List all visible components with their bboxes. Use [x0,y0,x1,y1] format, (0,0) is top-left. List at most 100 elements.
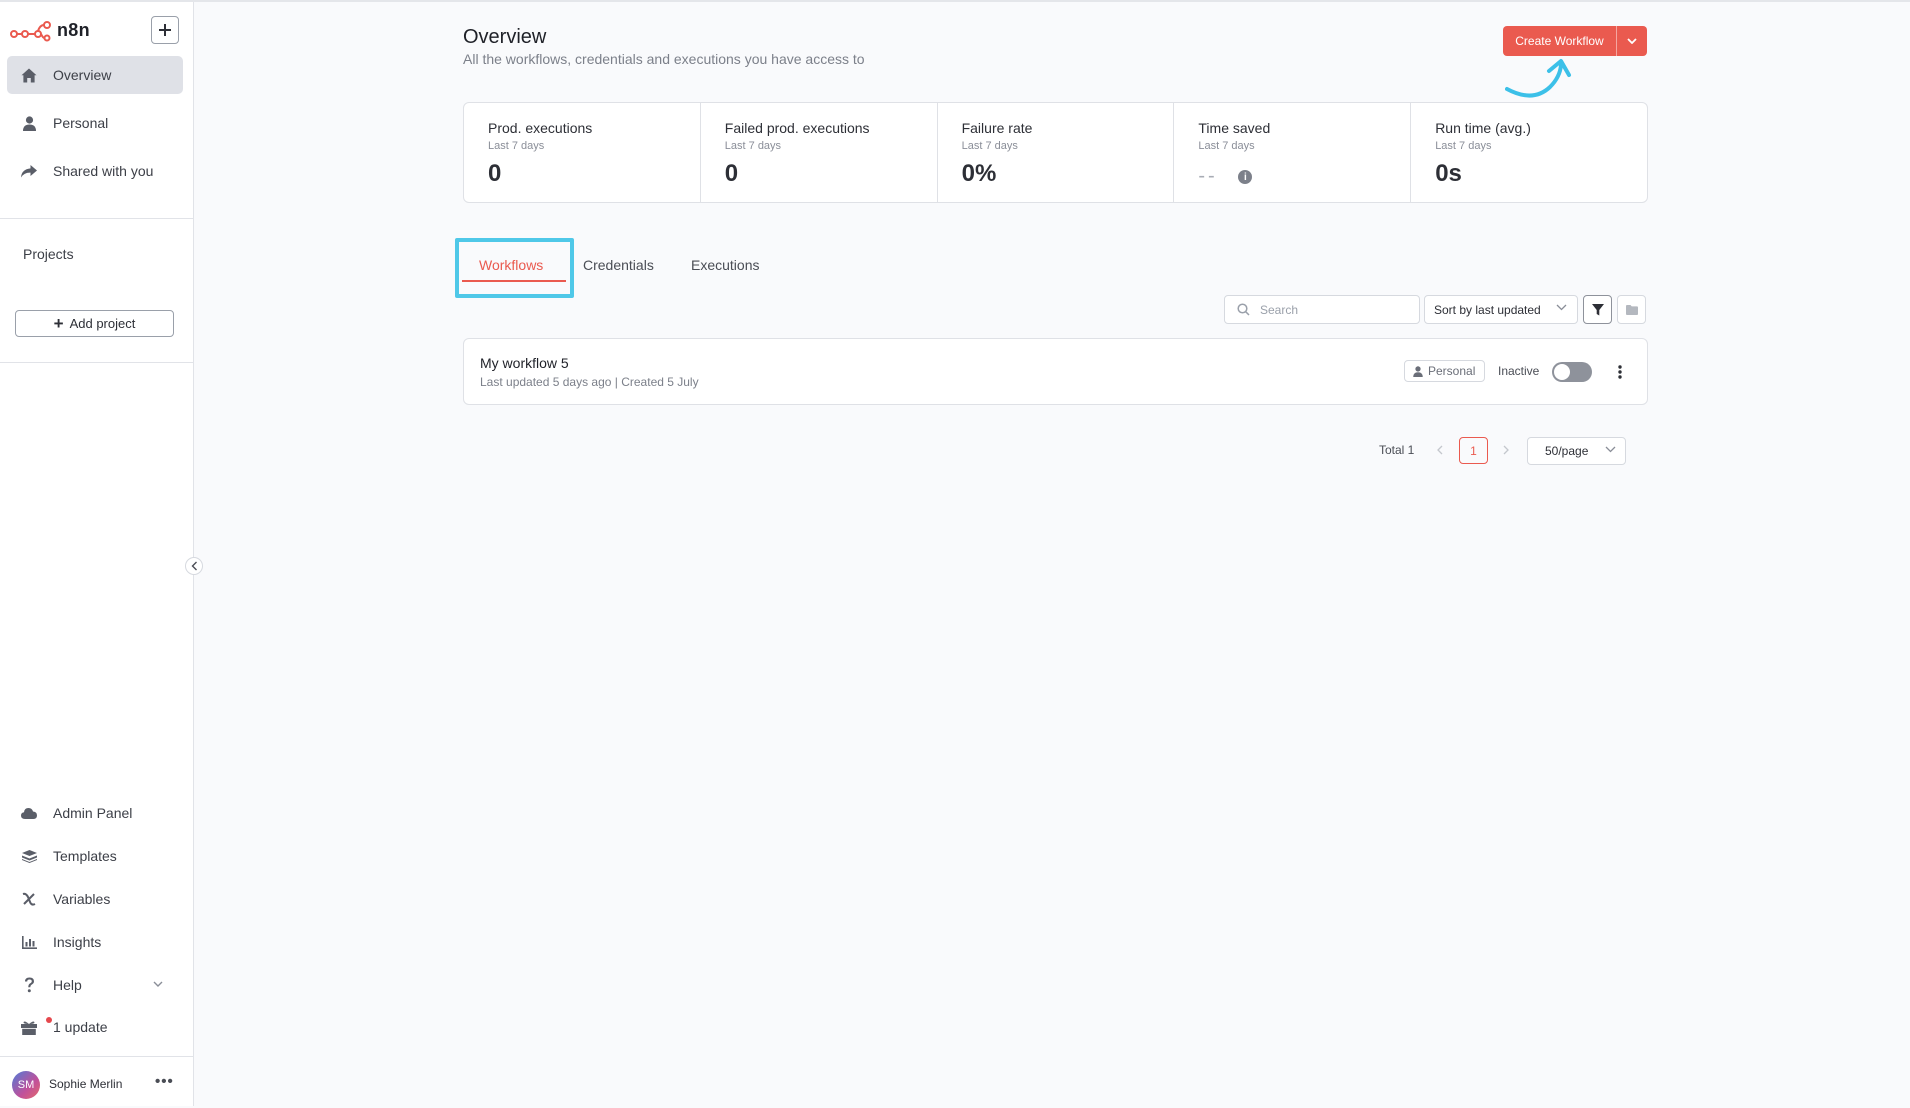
sort-select-value: Sort by last updated [1434,302,1541,317]
create-workflow-split-button: Create Workflow [1503,26,1647,56]
user-icon [19,113,39,133]
info-icon[interactable]: i [1238,170,1253,184]
top-border [0,0,1910,2]
tab-executions[interactable]: Executions [691,257,759,273]
cloud-icon [19,803,39,823]
new-folder-button[interactable] [1617,295,1646,324]
stat-label: Time saved [1198,120,1271,136]
help-icon [19,975,39,995]
next-page-button[interactable] [1503,442,1509,458]
nav-templates-label: Templates [53,848,117,864]
nav-variables[interactable]: Variables [7,880,183,918]
chart-icon [19,932,39,952]
create-workflow-button[interactable]: Create Workflow [1503,26,1616,56]
folder-icon [1625,304,1638,315]
stat-period: Last 7 days [488,140,545,152]
pagination-total: Total 1 [1379,443,1415,457]
plus-icon: + [53,314,64,333]
projects-heading: Projects [23,246,74,262]
sidebar-divider [0,362,194,363]
stat-prod-executions[interactable]: Prod. executions Last 7 days 0 [464,103,701,202]
variables-icon [19,889,39,909]
page-size-select[interactable]: 50/page [1527,437,1626,465]
nav-shared-label: Shared with you [53,163,154,179]
toggle-knob [1554,364,1570,380]
workflow-meta: Last updated 5 days ago | Created 5 July [480,375,699,389]
stat-value: 0 [724,160,739,187]
new-item-button[interactable] [151,16,179,44]
logo-text: n8n [57,20,90,40]
page-title: Overview [463,26,547,48]
workflow-active-toggle[interactable] [1552,362,1592,382]
nav-insights[interactable]: Insights [7,923,183,961]
stat-failed-prod-executions[interactable]: Failed prod. executions Last 7 days 0 [701,103,938,202]
user-menu-button[interactable]: ••• [155,1073,174,1090]
user-icon [1413,365,1423,377]
stat-value: 0s [1435,160,1462,187]
sidebar-divider [0,218,194,219]
filter-icon [1591,303,1604,315]
stat-label: Failure rate [961,120,1033,136]
owner-badge: Personal [1404,360,1486,382]
tab-workflows[interactable]: Workflows [479,257,543,273]
chevron-down-icon [153,981,163,987]
nav-variables-label: Variables [53,891,111,907]
nav-shared-with-you[interactable]: Shared with you [7,152,183,190]
gift-icon [19,1017,52,1037]
search-field[interactable] [1224,295,1420,324]
stat-label: Failed prod. executions [724,120,870,136]
nav-admin-panel-label: Admin Panel [53,805,133,821]
sidebar: n8n Overview Personal Shared with you Pr… [0,2,194,1106]
workflow-actions-menu[interactable] [1612,361,1628,383]
tab-credentials[interactable]: Credentials [583,257,654,273]
stat-value: 0 [488,160,502,187]
nav-help[interactable]: Help [7,966,183,1004]
stat-time-saved[interactable]: Time saved Last 7 days -- i [1174,103,1412,202]
stat-run-time-avg[interactable]: Run time (avg.) Last 7 days 0s [1411,103,1647,202]
notification-dot [46,1017,52,1023]
nav-personal-label: Personal [53,115,109,131]
stat-failure-rate[interactable]: Failure rate Last 7 days 0% [938,103,1175,202]
nav-help-label: Help [53,977,82,993]
stat-period: Last 7 days [1435,140,1492,152]
workflow-card[interactable]: My workflow 5 Last updated 5 days ago | … [463,338,1648,405]
logo-row: n8n [0,12,194,50]
nav-overview-label: Overview [53,67,112,83]
nav-updates[interactable]: 1 update [7,1008,183,1046]
chevron-down-icon [1605,446,1616,453]
workflow-name[interactable]: My workflow 5 [480,355,569,371]
avatar[interactable]: SM [12,1071,40,1099]
stat-label: Run time (avg.) [1435,120,1531,136]
nav-templates[interactable]: Templates [7,837,183,875]
stat-period: Last 7 days [724,140,782,152]
user-profile: SM Sophie Merlin ••• [0,1056,194,1108]
add-project-button[interactable]: + Add project [15,310,174,337]
search-icon [1237,303,1250,316]
create-options-dropdown[interactable] [1617,26,1647,56]
chevron-down-icon [1556,304,1567,311]
annotation-arrow-icon [1505,59,1571,98]
stats-panel: Prod. executions Last 7 days 0 Failed pr… [463,102,1648,203]
more-vertical-icon [1618,365,1622,379]
collapse-sidebar-button[interactable] [185,557,203,575]
chevron-left-icon [191,561,197,571]
page-number-current[interactable]: 1 [1459,437,1488,464]
nav-admin-panel[interactable]: Admin Panel [7,794,183,832]
nav-overview[interactable]: Overview [7,56,183,94]
workflow-status: Inactive [1498,364,1540,378]
sort-select[interactable]: Sort by last updated [1424,295,1578,324]
page-subtitle: All the workflows, credentials and execu… [463,51,865,67]
stat-label: Prod. executions [488,120,593,136]
search-input[interactable] [1258,301,1402,318]
nav-personal[interactable]: Personal [7,104,183,142]
user-name: Sophie Merlin [49,1077,123,1091]
stat-period: Last 7 days [1198,140,1255,152]
prev-page-button[interactable] [1437,442,1443,458]
add-project-label: Add project [69,316,136,331]
chevron-left-icon [1437,445,1443,455]
filter-button[interactable] [1583,295,1612,324]
stat-value: 0% [961,160,997,187]
home-icon [19,65,39,85]
owner-badge-label: Personal [1428,364,1476,378]
stat-period: Last 7 days [961,140,1018,152]
